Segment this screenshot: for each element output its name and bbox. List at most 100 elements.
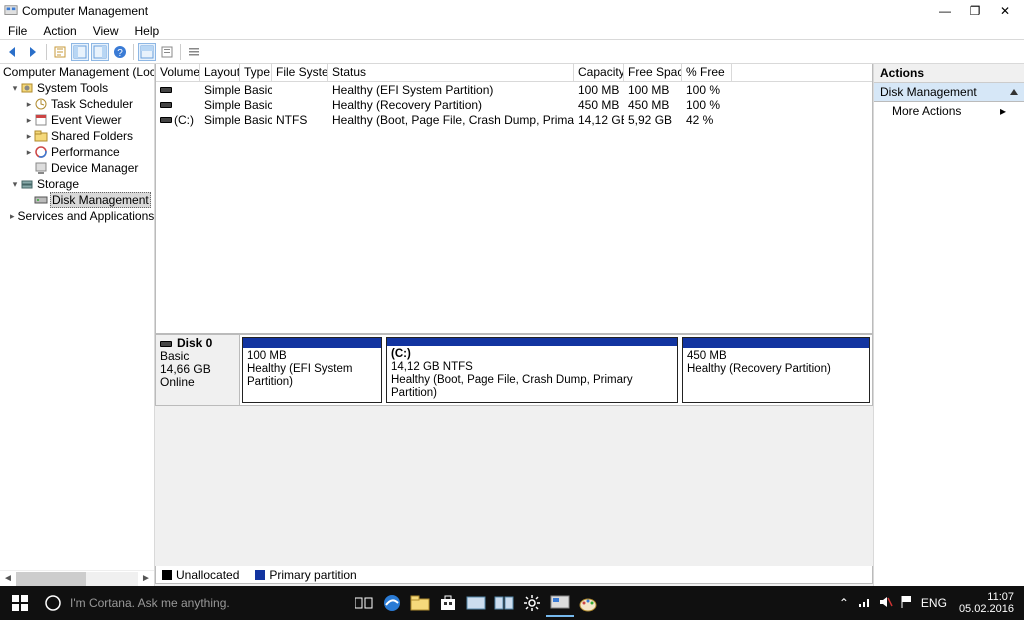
tray-network-icon[interactable]: [857, 595, 871, 612]
menu-view[interactable]: View: [85, 24, 127, 38]
tree-device-manager[interactable]: ▸ Device Manager: [0, 160, 154, 176]
col-status[interactable]: Status: [328, 64, 574, 81]
center-pane: Volume Layout Type File System Status Ca…: [155, 64, 874, 586]
nav-back-button[interactable]: [4, 43, 22, 61]
legend-unallocated-swatch: [162, 570, 172, 580]
volume-row[interactable]: (C:) Simple Basic NTFS Healthy (Boot, Pa…: [156, 112, 872, 127]
scroll-right-icon[interactable]: ►: [138, 572, 154, 586]
tree-services-apps[interactable]: ▸ Services and Applications: [0, 208, 154, 224]
chevron-right-icon: ▸: [1000, 104, 1006, 118]
partition-efi[interactable]: 100 MB Healthy (EFI System Partition): [242, 337, 382, 403]
tree-performance[interactable]: ▸ Performance: [0, 144, 154, 160]
menu-action[interactable]: Action: [35, 24, 84, 38]
expand-icon[interactable]: ▸: [24, 147, 34, 158]
disk-map-area: Disk 0 Basic 14,66 GB Online 100 MB Heal…: [155, 334, 873, 586]
volume-table: Volume Layout Type File System Status Ca…: [155, 64, 873, 334]
menu-file[interactable]: File: [0, 24, 35, 38]
start-button[interactable]: [0, 586, 40, 620]
partition-recovery[interactable]: 450 MB Healthy (Recovery Partition): [682, 337, 870, 403]
tree-shared-folders[interactable]: ▸ Shared Folders: [0, 128, 154, 144]
settings-button[interactable]: [158, 43, 176, 61]
taskbar-app2[interactable]: [490, 589, 518, 617]
disk-icon: [160, 117, 172, 123]
list-button[interactable]: [185, 43, 203, 61]
partition-c[interactable]: (C:) 14,12 GB NTFS Healthy (Boot, Page F…: [386, 337, 678, 403]
expand-icon[interactable]: ▸: [24, 131, 34, 142]
menu-help[interactable]: Help: [127, 24, 168, 38]
disk-info[interactable]: Disk 0 Basic 14,66 GB Online: [156, 335, 240, 405]
app-icon: [4, 4, 18, 18]
taskbar-explorer[interactable]: [406, 589, 434, 617]
actions-pane: Actions Disk Management More Actions ▸: [874, 64, 1024, 586]
tray-lang[interactable]: ENG: [921, 596, 947, 610]
tree-event-viewer[interactable]: ▸ Event Viewer: [0, 112, 154, 128]
disk-icon: [160, 341, 172, 347]
view-detail-button[interactable]: [91, 43, 109, 61]
col-free-space[interactable]: Free Space: [624, 64, 682, 81]
minimize-button[interactable]: —: [930, 4, 960, 18]
col-pct-free[interactable]: % Free: [682, 64, 732, 81]
maximize-button[interactable]: ❐: [960, 4, 990, 18]
tree-system-tools[interactable]: ▾ System Tools: [0, 80, 154, 96]
taskbar-app1[interactable]: [462, 589, 490, 617]
main-area: Computer Management (Local ▾ System Tool…: [0, 64, 1024, 586]
tree-hscrollbar[interactable]: ◄ ►: [0, 570, 154, 586]
taskbar-store[interactable]: [434, 589, 462, 617]
close-button[interactable]: ✕: [990, 4, 1020, 18]
disk-map: Disk 0 Basic 14,66 GB Online 100 MB Heal…: [155, 334, 873, 406]
tree-task-scheduler[interactable]: ▸ Task Scheduler: [0, 96, 154, 112]
tree-root[interactable]: Computer Management (Local: [0, 64, 154, 80]
task-view-button[interactable]: [350, 589, 378, 617]
view-top-button[interactable]: [138, 43, 156, 61]
col-file-system[interactable]: File System: [272, 64, 328, 81]
tree-storage[interactable]: ▾ Storage: [0, 176, 154, 192]
volume-row[interactable]: Simple Basic Healthy (EFI System Partiti…: [156, 82, 872, 97]
collapse-icon: [1010, 89, 1018, 95]
actions-band[interactable]: Disk Management: [874, 83, 1024, 102]
tray-clock[interactable]: 11:07 05.02.2016: [955, 591, 1018, 615]
actions-header: Actions: [874, 64, 1024, 83]
taskbar-edge[interactable]: [378, 589, 406, 617]
menubar: File Action View Help: [0, 22, 1024, 40]
system-tray: ⌃ ENG 11:07 05.02.2016: [833, 591, 1024, 615]
nav-tree: Computer Management (Local ▾ System Tool…: [0, 64, 155, 586]
col-type[interactable]: Type: [240, 64, 272, 81]
legend-unallocated-label: Unallocated: [176, 568, 239, 582]
legend: Unallocated Primary partition: [155, 566, 873, 584]
tray-chevron-icon[interactable]: ⌃: [839, 596, 849, 610]
tray-volume-icon[interactable]: [879, 595, 893, 612]
expand-icon[interactable]: ▸: [24, 115, 34, 126]
tray-flag-icon[interactable]: [901, 595, 913, 612]
legend-primary-label: Primary partition: [269, 568, 356, 582]
collapse-icon[interactable]: ▾: [10, 83, 20, 94]
disk-icon: [160, 102, 172, 108]
svg-text:?: ?: [117, 48, 123, 59]
expand-icon[interactable]: ▸: [24, 99, 34, 110]
view-console-tree-button[interactable]: [71, 43, 89, 61]
cortana-search[interactable]: I'm Cortana. Ask me anything.: [40, 594, 320, 612]
actions-more[interactable]: More Actions ▸: [874, 102, 1024, 120]
window-title: Computer Management: [22, 4, 148, 18]
tree-disk-management[interactable]: ▸ Disk Management: [0, 192, 154, 208]
collapse-icon[interactable]: ▾: [10, 179, 20, 190]
col-layout[interactable]: Layout: [200, 64, 240, 81]
nav-forward-button[interactable]: [24, 43, 42, 61]
titlebar: Computer Management — ❐ ✕: [0, 0, 1024, 22]
taskbar-paint[interactable]: [574, 589, 602, 617]
properties-button[interactable]: [51, 43, 69, 61]
scroll-left-icon[interactable]: ◄: [0, 572, 16, 586]
help-button[interactable]: ?: [111, 43, 129, 61]
volume-table-header: Volume Layout Type File System Status Ca…: [156, 64, 872, 82]
taskbar-settings[interactable]: [518, 589, 546, 617]
disk-icon: [160, 87, 172, 93]
volume-row[interactable]: Simple Basic Healthy (Recovery Partition…: [156, 97, 872, 112]
legend-primary-swatch: [255, 570, 265, 580]
col-capacity[interactable]: Capacity: [574, 64, 624, 81]
taskbar-compmgmt[interactable]: [546, 589, 574, 617]
windows-icon: [12, 595, 28, 611]
expand-icon[interactable]: ▸: [10, 211, 15, 222]
toolbar: ?: [0, 40, 1024, 64]
taskbar: I'm Cortana. Ask me anything. ⌃ ENG 11:0…: [0, 586, 1024, 620]
col-volume[interactable]: Volume: [156, 64, 200, 81]
scroll-thumb[interactable]: [16, 572, 86, 586]
